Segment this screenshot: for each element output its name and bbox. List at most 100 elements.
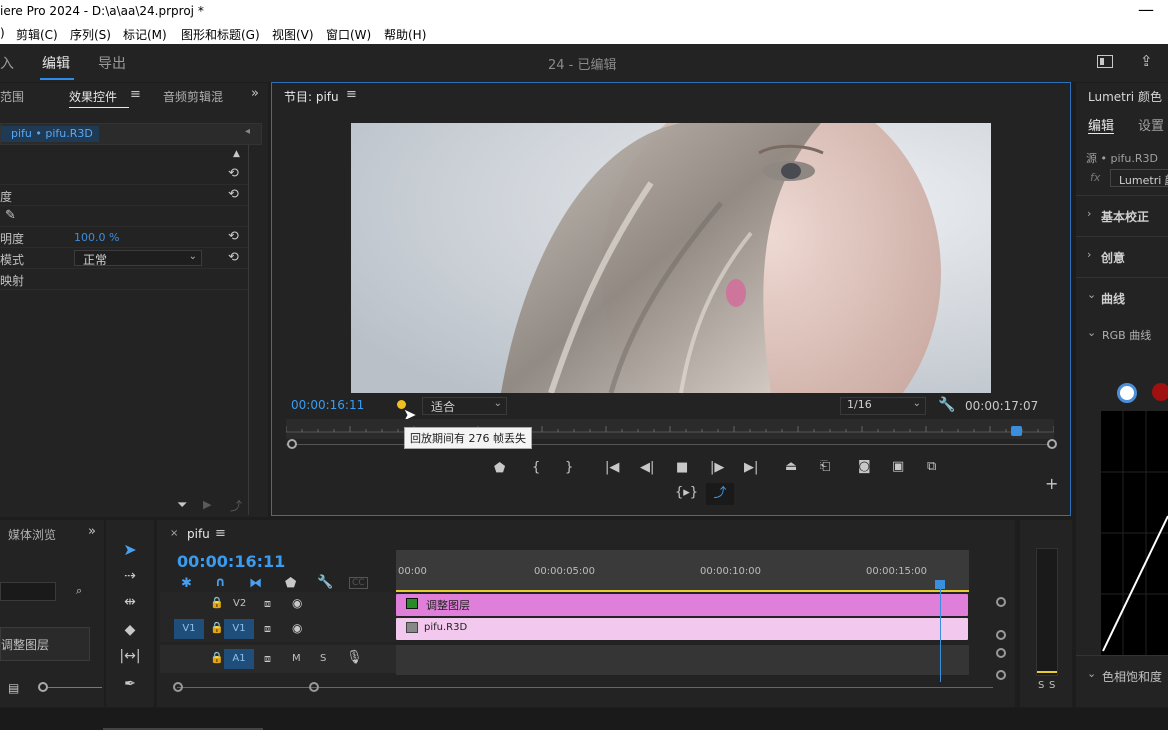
export-frame-icon[interactable]: ⤴ xyxy=(706,483,734,505)
reset-icon[interactable]: ⟲ xyxy=(228,187,239,202)
mark-out-icon[interactable]: } xyxy=(565,460,573,475)
mute-button[interactable]: M xyxy=(292,653,301,664)
compare-view-icon[interactable]: ▣ xyxy=(892,459,904,474)
media-item[interactable]: 调整图层 xyxy=(0,627,90,661)
reset-icon[interactable]: ⟲ xyxy=(228,229,239,244)
reset-icon[interactable]: ⟲ xyxy=(228,250,239,265)
stop-icon[interactable]: ■ xyxy=(676,460,688,475)
timeline-playhead-line[interactable] xyxy=(940,584,942,682)
rgb-curves-label[interactable]: RGB 曲线 xyxy=(1102,327,1151,343)
selection-tool-icon[interactable]: ➤ xyxy=(118,540,142,562)
menu-item-view[interactable]: 视图(V) xyxy=(272,26,314,43)
lumetri-effect-dropdown[interactable]: Lumetri 颜 xyxy=(1110,169,1168,187)
section-basic-correction[interactable]: 基本校正 xyxy=(1101,208,1149,225)
ripple-edit-tool-icon[interactable]: ⇹ xyxy=(118,594,142,616)
add-marker-icon[interactable]: ⬟ xyxy=(285,576,296,591)
zoom-handle-left[interactable] xyxy=(287,439,297,449)
proxy-toggle-icon[interactable]: ⧉ xyxy=(927,459,936,474)
solo-right-button[interactable]: S xyxy=(1049,680,1055,691)
collapse-icon[interactable]: ◂ xyxy=(245,126,250,137)
zoom-handle-right[interactable] xyxy=(1047,439,1057,449)
zoom-handle-right[interactable] xyxy=(309,682,319,692)
solo-left-button[interactable]: S xyxy=(1038,680,1044,691)
blend-mode-dropdown[interactable]: 正常 ⌄ xyxy=(74,250,202,267)
list-view-icon[interactable]: ▤ xyxy=(8,681,19,695)
scroll-up-icon[interactable]: ▲ xyxy=(233,149,240,159)
zoom-handle-left[interactable] xyxy=(173,682,183,692)
lumetri-source[interactable]: 源 • pifu.R3D xyxy=(1086,150,1158,166)
chevron-right-icon[interactable]: › xyxy=(1087,207,1091,220)
workspace-tab-edit[interactable]: 编辑 xyxy=(42,53,70,73)
sync-lock-icon[interactable]: ⧈ xyxy=(264,622,271,636)
eye-icon[interactable]: ◉ xyxy=(292,621,302,635)
solo-button[interactable]: S xyxy=(320,653,326,664)
search-icon[interactable]: ⌕ xyxy=(76,584,82,598)
magnet-icon[interactable]: ∩ xyxy=(215,575,226,590)
section-curves[interactable]: 曲线 xyxy=(1101,290,1125,307)
scroll-handle-icon[interactable] xyxy=(996,597,1006,607)
scroll-handle-icon[interactable] xyxy=(996,648,1006,658)
tab-source-range[interactable]: 范围 xyxy=(0,88,24,105)
tab-effect-controls[interactable]: 效果控件 xyxy=(69,88,117,105)
panel-menu-icon[interactable]: ≡ xyxy=(215,526,226,541)
panel-menu-icon[interactable]: ≡ xyxy=(346,87,357,102)
playhead-marker[interactable] xyxy=(1010,426,1022,436)
step-forward-icon[interactable]: |▶ xyxy=(710,460,724,475)
captions-icon[interactable]: CC xyxy=(349,577,368,589)
video-frame[interactable] xyxy=(351,123,991,393)
resolution-dropdown[interactable]: 1/16 ⌄ xyxy=(840,397,926,415)
share-icon[interactable]: ⇪ xyxy=(1140,52,1153,70)
search-input[interactable] xyxy=(0,582,56,601)
microphone-icon[interactable]: 🎙 xyxy=(346,650,363,665)
wrench-icon[interactable]: 🔧 xyxy=(938,397,955,413)
track-label[interactable]: V2 xyxy=(233,598,246,609)
panel-menu-icon[interactable]: ≡ xyxy=(130,87,141,102)
more-panels-icon[interactable]: » xyxy=(88,524,96,539)
slip-tool-icon[interactable]: |↔| xyxy=(118,648,142,670)
pen-tool-icon[interactable]: ✒ xyxy=(118,676,142,698)
tab-audio-mixer[interactable]: 音频剪辑混 xyxy=(163,88,223,105)
menu-item-clip[interactable]: 剪辑(C) xyxy=(16,26,58,43)
current-timecode[interactable]: 00:00:16:11 xyxy=(291,398,364,412)
timeline-playhead-marker[interactable] xyxy=(935,580,946,589)
clip-adjustment-layer[interactable]: 调整图层 xyxy=(396,594,968,616)
lock-icon[interactable]: 🔒 xyxy=(210,621,224,634)
go-to-in-icon[interactable]: |◀ xyxy=(605,460,619,475)
minimize-button[interactable]: — xyxy=(1138,0,1154,19)
lift-icon[interactable]: ⏏ xyxy=(785,459,797,474)
settings-wrench-icon[interactable]: 🔧 xyxy=(317,575,333,590)
add-marker-icon[interactable]: ⬟ xyxy=(494,461,505,476)
play-clip-audio-icon[interactable]: ▶ xyxy=(203,498,211,511)
pen-icon[interactable]: ✎ xyxy=(5,208,16,223)
razor-tool-icon[interactable]: ◆ xyxy=(118,622,142,644)
lock-icon[interactable]: 🔒 xyxy=(210,596,224,609)
filter-icon[interactable]: ⏷ xyxy=(177,498,187,513)
curve-graph[interactable] xyxy=(1101,411,1168,655)
zoom-slider-handle[interactable] xyxy=(38,682,48,692)
menu-item-sequence[interactable]: 序列(S) xyxy=(70,26,111,43)
track-target-a1[interactable]: A1 xyxy=(224,649,254,669)
clip-pifu-r3d[interactable]: pifu.R3D xyxy=(396,618,968,640)
snap-nest-icon[interactable]: ✱ xyxy=(181,576,192,591)
step-back-icon[interactable]: ◀| xyxy=(640,460,654,475)
trim-icon[interactable]: {▸} xyxy=(675,485,698,500)
timeline-ruler[interactable]: 00:00 00:00:05:00 00:00:10:00 00:00:15:0… xyxy=(396,550,969,592)
panel-layout-icon[interactable] xyxy=(1097,55,1113,68)
more-panels-icon[interactable]: » xyxy=(251,86,259,101)
clip-chip[interactable]: pifu • pifu.R3D xyxy=(1,126,99,142)
go-to-out-icon[interactable]: ▶| xyxy=(744,460,758,475)
extract-icon[interactable]: ⎗ xyxy=(820,459,830,474)
menu-item-help[interactable]: 帮助(H) xyxy=(384,26,426,43)
camera-icon[interactable]: ◙ xyxy=(858,459,871,474)
sequence-tab[interactable]: pifu xyxy=(187,527,210,541)
chevron-down-icon[interactable]: ⌄ xyxy=(1087,326,1096,339)
reset-icon[interactable]: ⟲ xyxy=(228,166,239,181)
workspace-tab-import[interactable]: 入 xyxy=(0,53,14,73)
sync-lock-icon[interactable]: ⧈ xyxy=(264,652,271,666)
track-target-v1[interactable]: V1 xyxy=(224,619,254,639)
linked-selection-icon[interactable]: ⧓ xyxy=(249,576,262,591)
lock-icon[interactable]: 🔒 xyxy=(210,651,224,664)
lumetri-tab-settings[interactable]: 设置 xyxy=(1138,115,1164,134)
scroll-handle-icon[interactable] xyxy=(996,670,1006,680)
scroll-handle-icon[interactable] xyxy=(996,630,1006,640)
